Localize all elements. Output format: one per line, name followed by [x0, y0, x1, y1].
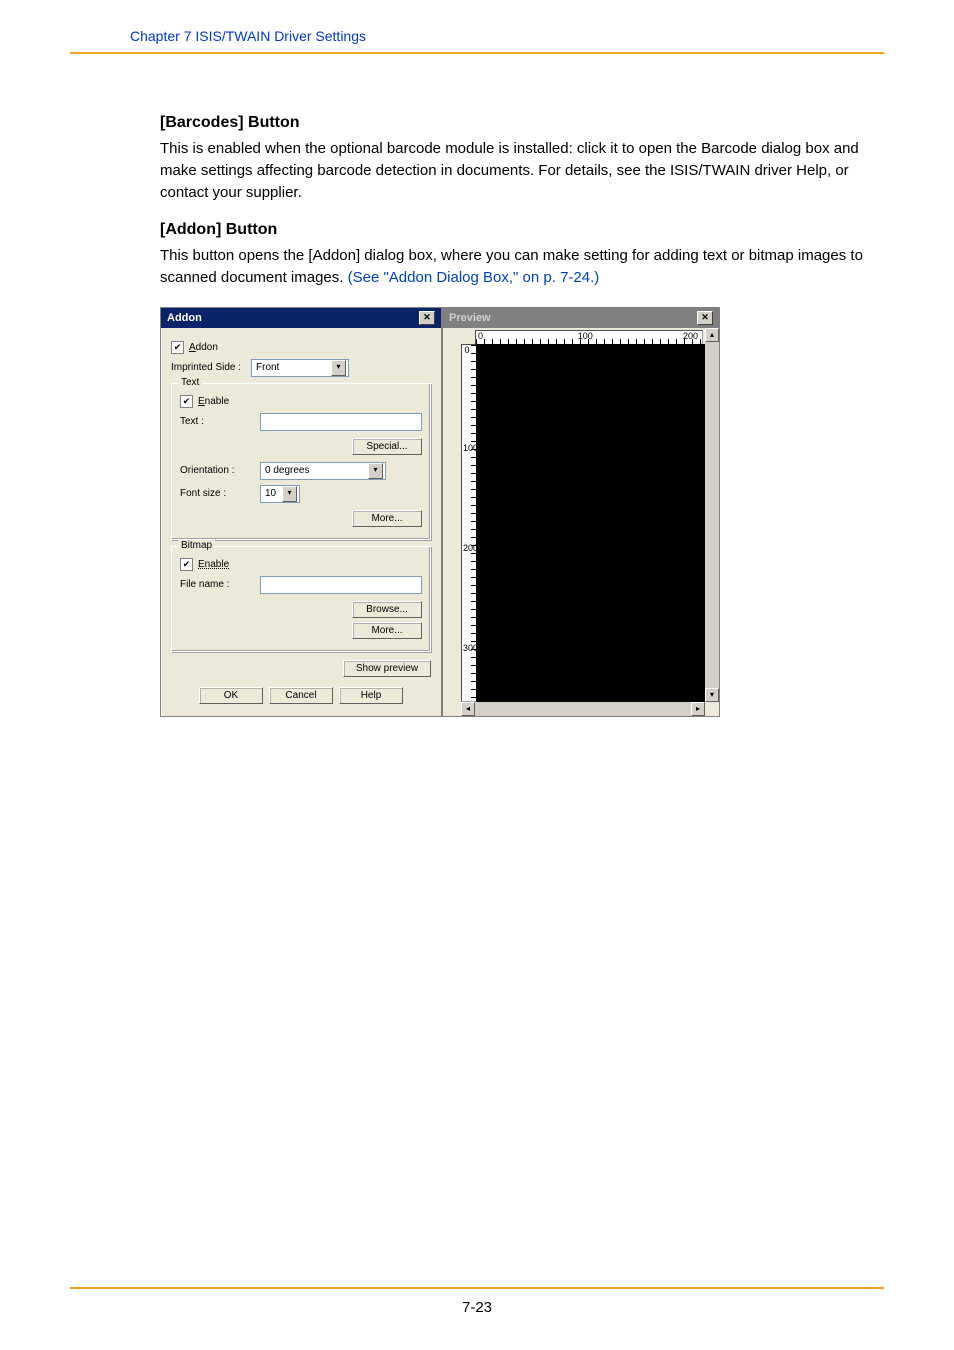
addon-see-link[interactable]: (See "Addon Dialog Box," on p. 7-24.): [348, 269, 600, 286]
addon-body: This button opens the [Addon] dialog box…: [160, 245, 864, 289]
footer-rule: [70, 1287, 884, 1289]
ruler-vertical: 0 100 200 300: [461, 344, 477, 702]
addon-dialog: Addon ✕ ✔ Addon Imprinted Side : Front ▾: [160, 307, 442, 717]
page-header: Chapter 7 ISIS/TWAIN Driver Settings: [70, 28, 884, 52]
addon-heading: [Addon] Button: [160, 221, 864, 239]
orientation-select[interactable]: 0 degrees ▾: [260, 462, 386, 480]
chevron-down-icon[interactable]: ▾: [331, 360, 346, 376]
special-button[interactable]: Special...: [352, 438, 422, 455]
scroll-left-icon[interactable]: ◂: [461, 702, 475, 716]
bitmap-enable-checkbox[interactable]: ✔: [180, 558, 193, 571]
preview-dialog: Preview ✕ mm 0 100 200 0: [442, 307, 720, 717]
filename-label: File name :: [180, 579, 260, 590]
text-input[interactable]: [260, 413, 422, 431]
orientation-value: 0 degrees: [265, 465, 309, 476]
addon-checkbox[interactable]: ✔: [171, 341, 184, 354]
preview-titlebar: Preview ✕: [443, 308, 719, 328]
ruler-v-tick-100: 100: [463, 444, 471, 452]
text-enable-label: Enable: [198, 396, 229, 407]
chevron-down-icon[interactable]: ▾: [368, 463, 383, 479]
bitmap-groupbox-title: Bitmap: [178, 540, 215, 551]
bitmap-groupbox: Bitmap ✔ Enable File name : Browse...: [171, 546, 431, 652]
preview-canvas: [476, 344, 705, 702]
addon-dialog-titlebar: Addon ✕: [161, 308, 441, 328]
imprinted-side-select[interactable]: Front ▾: [251, 359, 349, 377]
scroll-right-icon[interactable]: ▸: [691, 702, 705, 716]
page-number: 7-23: [70, 1299, 884, 1316]
barcodes-body: This is enabled when the optional barcod…: [160, 138, 864, 203]
ok-button[interactable]: OK: [199, 687, 263, 704]
imprinted-side-value: Front: [256, 362, 279, 373]
close-icon[interactable]: ✕: [697, 311, 713, 325]
fontsize-value: 10: [265, 488, 276, 499]
preview-dialog-title: Preview: [449, 312, 491, 324]
addon-dialog-title: Addon: [167, 312, 202, 324]
imprinted-side-label: Imprinted Side :: [171, 362, 251, 373]
help-button[interactable]: Help: [339, 687, 403, 704]
text-enable-checkbox[interactable]: ✔: [180, 395, 193, 408]
fontsize-select[interactable]: 10 ▾: [260, 485, 300, 503]
orientation-label: Orientation :: [180, 465, 260, 476]
ruler-horizontal: 0 100 200: [461, 328, 705, 344]
bitmap-more-button[interactable]: More...: [352, 622, 422, 639]
bitmap-enable-label: Enable: [198, 559, 229, 570]
ruler-v-tick-200: 200: [463, 544, 471, 552]
fontsize-label: Font size :: [180, 488, 260, 499]
ruler-v-tick-300: 300: [463, 644, 471, 652]
close-icon[interactable]: ✕: [419, 311, 435, 325]
addon-checkbox-label: Addon: [189, 342, 218, 353]
scroll-down-icon[interactable]: ▾: [705, 688, 719, 702]
header-rule: [70, 52, 884, 54]
scroll-up-icon[interactable]: ▴: [705, 328, 719, 342]
ruler-v-tick-0: 0: [463, 346, 471, 354]
text-groupbox-title: Text: [178, 377, 202, 388]
dialog-screenshot-row: Addon ✕ ✔ Addon Imprinted Side : Front ▾: [160, 307, 720, 717]
cancel-button[interactable]: Cancel: [269, 687, 333, 704]
text-groupbox: Text ✔ Enable Text : Special...: [171, 383, 431, 540]
browse-button[interactable]: Browse...: [352, 601, 422, 618]
text-label: Text :: [180, 416, 260, 427]
barcodes-heading: [Barcodes] Button: [160, 114, 864, 132]
chevron-down-icon[interactable]: ▾: [282, 486, 297, 502]
scrollbar-vertical[interactable]: ▴ ▾: [705, 328, 719, 702]
show-preview-button[interactable]: Show preview: [343, 660, 431, 677]
text-more-button[interactable]: More...: [352, 510, 422, 527]
filename-input[interactable]: [260, 576, 422, 594]
scrollbar-horizontal[interactable]: ◂ ▸: [461, 702, 705, 716]
